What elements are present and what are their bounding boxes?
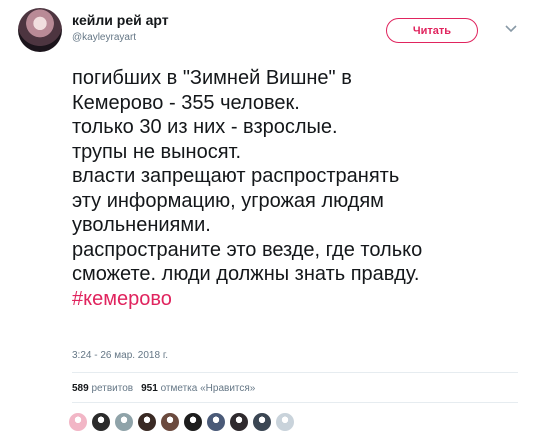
divider — [72, 372, 518, 373]
liker-avatar-1[interactable] — [68, 412, 88, 432]
likes-count: 951 — [141, 383, 158, 394]
liker-avatar-4[interactable] — [137, 412, 157, 432]
tweet-line: трупы не выносят. — [72, 140, 242, 163]
likes-label: отметка «Нравится» — [160, 383, 256, 394]
liker-avatar-7[interactable] — [206, 412, 226, 432]
retweets-label: ретвитов — [91, 383, 134, 394]
divider — [72, 402, 518, 403]
tweet-line: распространите это везде, где только — [72, 238, 423, 261]
tweet-stats: 589 ретвитов 951 отметка «Нравится» — [72, 383, 255, 394]
liker-avatar-6[interactable] — [183, 412, 203, 432]
profile-avatar[interactable] — [18, 8, 62, 52]
liker-avatar-9[interactable] — [252, 412, 272, 432]
liker-avatars — [68, 410, 298, 434]
liker-avatar-10[interactable] — [275, 412, 295, 432]
liker-avatar-5[interactable] — [160, 412, 180, 432]
tweet-line: увольнениями. — [72, 214, 211, 236]
follow-button[interactable]: Читать — [386, 18, 478, 43]
tweet-line: Кемерово - 355 человек. — [72, 91, 300, 114]
hashtag-link[interactable]: #кемерово — [72, 287, 532, 312]
tweet: кейли рей арт @kayleyrayart Читать погиб… — [0, 0, 540, 446]
tweet-timestamp[interactable]: 3:24 - 26 мар. 2018 г. — [72, 350, 168, 361]
tweet-text: погибших в "Зимней Вишне" в Кемерово - 3… — [72, 66, 532, 311]
tweet-line: сможете. люди должны знать правду. — [72, 263, 420, 285]
tweet-line: власти запрещают распространять — [72, 165, 400, 187]
display-name[interactable]: кейли рей арт — [72, 12, 169, 28]
likes-stat[interactable]: 951 отметка «Нравится» — [141, 383, 255, 394]
liker-avatar-2[interactable] — [91, 412, 111, 432]
user-handle[interactable]: @kayleyrayart — [72, 32, 136, 43]
tweet-line: эту информацию, угрожая людям — [72, 189, 384, 212]
chevron-down-icon[interactable] — [504, 22, 518, 36]
retweets-stat[interactable]: 589 ретвитов — [72, 383, 133, 394]
liker-avatar-3[interactable] — [114, 412, 134, 432]
retweets-count: 589 — [72, 383, 89, 394]
tweet-line: погибших в "Зимней Вишне" в — [72, 67, 352, 89]
tweet-line: только 30 из них - взрослые. — [72, 116, 338, 138]
liker-avatar-8[interactable] — [229, 412, 249, 432]
